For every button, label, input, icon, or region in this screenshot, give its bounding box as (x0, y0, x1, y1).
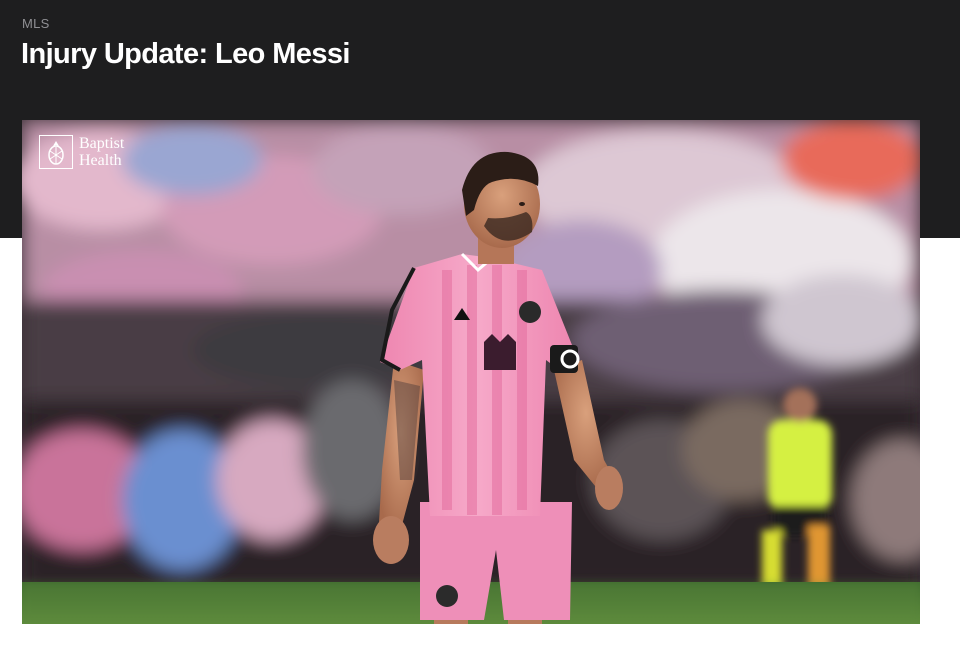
pineapple-icon (39, 135, 73, 169)
sponsor-logo: Baptist Health (39, 135, 124, 169)
sponsor-line-1: Baptist (79, 135, 125, 152)
category-label[interactable]: MLS (22, 16, 50, 31)
hero-image: Baptist Health (22, 120, 920, 624)
page-title: Injury Update: Leo Messi (21, 38, 350, 70)
page-background (0, 624, 960, 647)
player-photo (22, 120, 920, 624)
sponsor-line-2: Health (79, 152, 122, 169)
